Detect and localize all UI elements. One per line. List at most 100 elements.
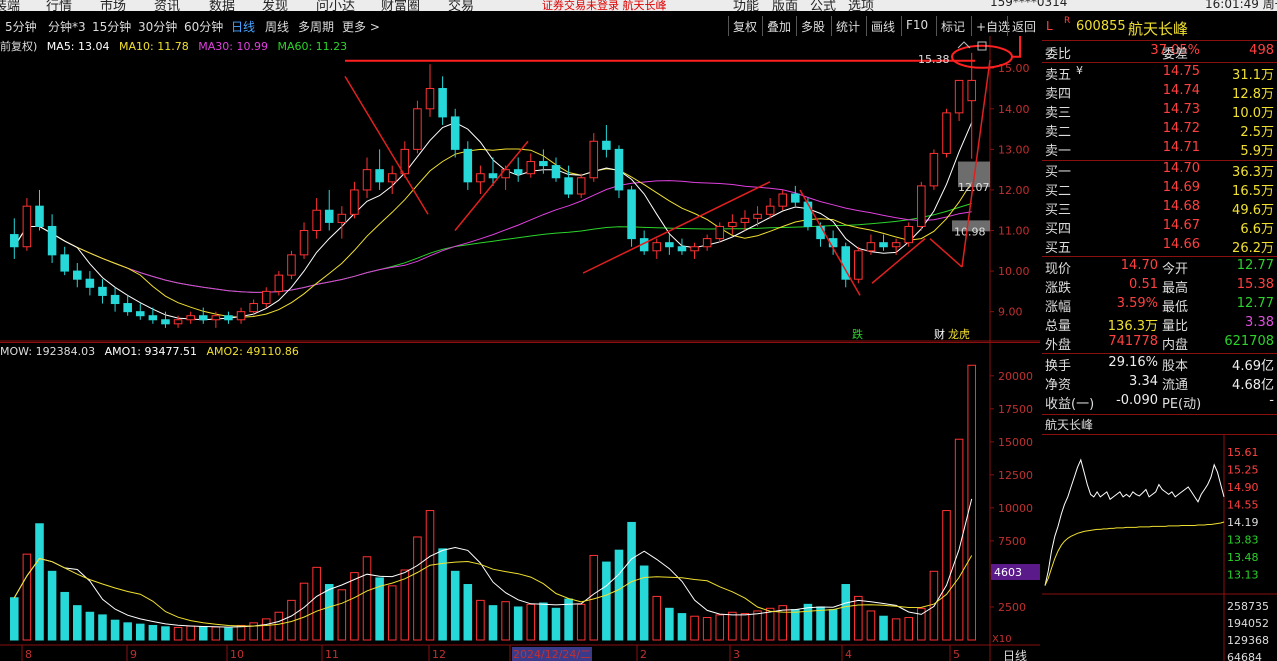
volume-bar[interactable] — [148, 624, 158, 641]
volume-bar[interactable] — [614, 549, 624, 641]
volume-bar[interactable] — [274, 611, 284, 641]
bid-row[interactable]: 买三 14.68 49.6万 — [1042, 199, 1277, 218]
multi-stock-button[interactable]: 多股 — [796, 16, 829, 36]
period-60min[interactable]: 60分钟 — [184, 18, 223, 35]
menu-item-options[interactable]: 选项 — [848, 0, 874, 11]
candle[interactable] — [425, 64, 435, 117]
back-button[interactable]: 返回 — [1007, 16, 1040, 36]
candle[interactable] — [665, 234, 674, 255]
volume-bar[interactable] — [539, 602, 548, 641]
candle[interactable] — [47, 214, 57, 263]
adjust-label[interactable]: 前复权) — [0, 40, 37, 53]
candle[interactable] — [35, 189, 44, 231]
volume-bar[interactable] — [85, 611, 95, 641]
volume-bar[interactable] — [22, 553, 32, 641]
menu-item-news[interactable]: 资讯 — [154, 0, 180, 11]
bid-row[interactable]: 买二 14.69 16.5万 — [1042, 180, 1277, 199]
candle[interactable] — [85, 271, 95, 296]
volume-bar[interactable] — [35, 523, 44, 641]
candle[interactable] — [463, 141, 473, 190]
candle[interactable] — [324, 189, 334, 231]
candle[interactable] — [98, 279, 107, 304]
volume-bar[interactable] — [173, 626, 183, 641]
candle[interactable] — [10, 218, 19, 259]
period-30min[interactable]: 30分钟 — [138, 18, 177, 35]
candle[interactable] — [929, 149, 939, 190]
volume-bar[interactable] — [476, 599, 485, 641]
volume-bar[interactable] — [690, 615, 699, 641]
volume-bar[interactable] — [438, 548, 447, 641]
volume-bar[interactable] — [198, 626, 208, 641]
menu-item-data[interactable]: 数据 — [209, 0, 235, 11]
volume-bar[interactable] — [324, 584, 334, 641]
menu-item-wenxiaoda[interactable]: 问小达 — [316, 0, 355, 11]
period-daily[interactable]: 日线 — [231, 18, 255, 35]
bid-row[interactable]: 买一 14.70 36.3万 — [1042, 161, 1277, 180]
statistics-button[interactable]: 统计 — [831, 16, 864, 36]
volume-bar[interactable] — [702, 617, 712, 641]
volume-bar[interactable] — [224, 627, 233, 641]
volume-bar[interactable] — [816, 606, 825, 641]
period-more[interactable]: 更多 > — [342, 18, 380, 35]
ask-row[interactable]: 卖三 14.73 10.0万 — [1042, 102, 1277, 121]
candle[interactable] — [526, 153, 536, 178]
candle[interactable] — [362, 157, 372, 199]
volume-bar[interactable] — [715, 614, 725, 641]
f10-button[interactable]: F10 — [901, 16, 932, 36]
volume-bar[interactable] — [866, 610, 876, 641]
candle[interactable] — [879, 234, 888, 251]
candle[interactable] — [728, 214, 737, 235]
candle[interactable] — [513, 157, 523, 182]
overlay-button[interactable]: 叠加 — [762, 16, 795, 36]
volume-chart[interactable]: 2000017500150001250010000750050002500460… — [0, 342, 1040, 661]
candle[interactable] — [765, 198, 775, 219]
ask-row[interactable]: 卖二 14.72 2.5万 — [1042, 121, 1277, 140]
volume-bar[interactable] — [413, 536, 422, 641]
candle[interactable] — [677, 238, 687, 255]
adjust-button[interactable]: 复权 — [728, 16, 761, 36]
candle[interactable] — [904, 222, 913, 247]
candle[interactable] — [476, 165, 485, 194]
candle[interactable] — [438, 76, 447, 126]
volume-bar[interactable] — [728, 611, 737, 641]
volume-bar[interactable] — [891, 618, 901, 641]
stock-name[interactable]: 航天长峰 — [1128, 18, 1188, 39]
candle[interactable] — [312, 198, 321, 239]
volume-bar[interactable] — [967, 364, 976, 641]
volume-bar[interactable] — [488, 605, 498, 641]
volume-bar[interactable] — [765, 607, 775, 641]
candle[interactable] — [123, 295, 132, 316]
menu-item-quotes[interactable]: 行情 — [46, 0, 72, 11]
candle[interactable] — [753, 206, 762, 227]
candle[interactable] — [274, 271, 284, 296]
ask-row[interactable]: 卖五 ¥14.75 31.1万 — [1042, 64, 1277, 83]
volume-bar[interactable] — [400, 569, 410, 641]
candle[interactable] — [652, 238, 662, 259]
candle[interactable] — [261, 287, 271, 308]
volume-bar[interactable] — [513, 606, 523, 641]
candle[interactable] — [299, 222, 309, 259]
ask-row[interactable]: 卖一 14.71 5.9万 — [1042, 140, 1277, 159]
volume-bar[interactable] — [10, 597, 19, 641]
candle[interactable] — [186, 311, 195, 324]
candle[interactable] — [740, 210, 750, 231]
volume-bar[interactable] — [828, 609, 838, 641]
menu-item-function[interactable]: 功能 — [733, 0, 759, 11]
candle[interactable] — [375, 149, 384, 190]
volume-bar[interactable] — [312, 566, 321, 641]
candle[interactable] — [73, 262, 82, 288]
menu-item-trade[interactable]: 交易 — [448, 0, 474, 11]
kline-chart[interactable]: 15.0014.0013.0012.0011.0010.009.0015.381… — [0, 36, 1040, 342]
volume-bar[interactable] — [425, 510, 435, 641]
volume-bar[interactable] — [753, 610, 762, 641]
candle[interactable] — [715, 222, 725, 243]
volume-bar[interactable] — [60, 591, 69, 641]
candle[interactable] — [690, 242, 699, 259]
candle[interactable] — [22, 198, 32, 251]
draw-line-button[interactable]: 画线 — [866, 16, 899, 36]
candle[interactable] — [450, 108, 460, 158]
period-15min[interactable]: 15分钟 — [92, 18, 131, 35]
volume-bar[interactable] — [564, 598, 573, 641]
volume-bar[interactable] — [186, 625, 195, 641]
candle[interactable] — [413, 100, 422, 154]
